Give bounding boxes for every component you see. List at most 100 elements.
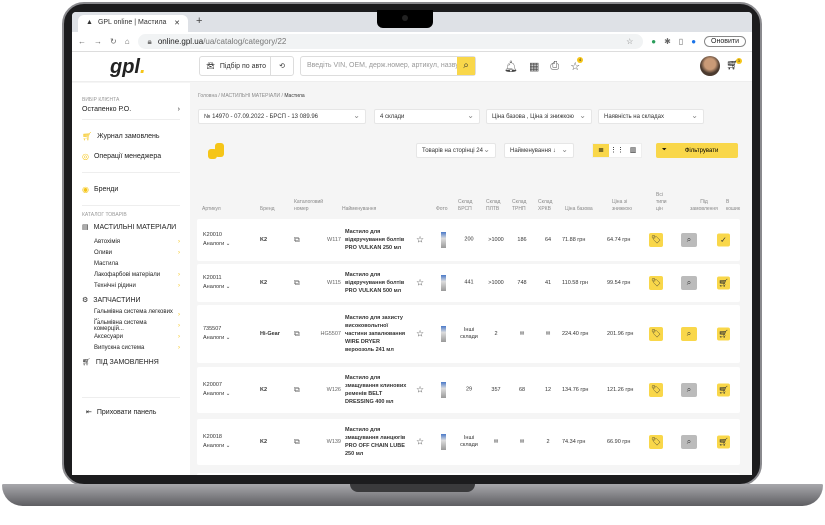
table-view-icon[interactable]: ▥ [625, 144, 641, 157]
chevron-down-icon: ⌄ [225, 443, 231, 449]
calculator-icon[interactable]: ▦ [529, 60, 539, 73]
pick-by-car-button[interactable]: 🚘︎ Підбір по авто ⟲ [199, 56, 294, 76]
availability-select[interactable]: Наявність на складах [598, 109, 704, 124]
list-view-icon[interactable]: ≣ [593, 144, 609, 157]
analogs-toggle[interactable]: Аналоги ⌄ [203, 240, 230, 249]
sidepanel-icon[interactable]: ▯ [679, 37, 683, 46]
sidebar-item-orders[interactable]: 🛒︎ Журнал замовлень [72, 126, 190, 146]
product-photo[interactable] [441, 232, 446, 248]
copy-icon[interactable]: ⧉ [294, 329, 300, 339]
puzzle-icon[interactable]: ✱ [664, 37, 671, 46]
hide-panel-button[interactable]: ⇤ Приховати панель [72, 404, 190, 420]
in-cart-check-icon[interactable]: ✓ [717, 233, 730, 247]
copy-icon[interactable]: ⧉ [294, 437, 300, 447]
category-parts[interactable]: ⚙︎ ЗАПЧАСТИНИ [72, 291, 190, 309]
history-icon[interactable]: ⟲ [271, 62, 293, 70]
filter-button[interactable]: ⏷ Фільтрувати [656, 143, 738, 158]
analogs-toggle[interactable]: Аналоги ⌄ [203, 334, 230, 343]
new-tab-button[interactable]: + [196, 15, 202, 27]
bell-icon[interactable]: 🔔︎ [504, 60, 518, 73]
subcategory-item[interactable]: Мастила [72, 258, 190, 269]
analogs-toggle[interactable]: Аналоги ⌄ [203, 390, 230, 399]
favorite-star-icon[interactable]: ☆ [416, 437, 424, 448]
search-input[interactable]: Введіть VIN, OEM, держ.номер, артикул, н… [300, 56, 476, 76]
product-name[interactable]: Мастило для захисту високовольтної части… [345, 314, 409, 354]
copy-icon[interactable]: ⧉ [294, 235, 300, 245]
product-name[interactable]: Мастило для відкручування болтів PRO VUL… [345, 271, 409, 295]
product-photo[interactable] [441, 382, 446, 398]
grid-view-icon[interactable]: ⋮⋮ [609, 144, 625, 157]
client-select[interactable]: Остапенко Р.О. › [72, 106, 190, 113]
subcategory-item[interactable]: Гальмівна система комерцій... › [72, 320, 190, 332]
subcategory-item[interactable]: Автохімія › [72, 236, 190, 247]
price-tag-icon[interactable]: 🏷︎ [649, 233, 663, 247]
copy-icon[interactable]: ⧉ [294, 278, 300, 288]
col-article[interactable]: Артикул [202, 206, 221, 213]
favorite-star-icon[interactable]: ☆ [416, 329, 424, 340]
product-name[interactable]: Мастило для змащування ланцюгів PRO OFF … [345, 426, 409, 458]
category-on-order[interactable]: 🛒︎ ПІД ЗАМОВЛЕННЯ [72, 353, 190, 371]
product-photo[interactable] [441, 434, 446, 450]
price-tag-icon[interactable]: 🏷︎ [649, 276, 663, 290]
warehouses-select[interactable]: 4 склади [374, 109, 480, 124]
browser-tab[interactable]: ▲ GPL online | Мастила ✕ [78, 15, 188, 32]
favorite-star-icon[interactable]: ☆ [416, 235, 424, 246]
brand: K2 [260, 387, 268, 393]
sidebar-item-manager-ops[interactable]: ◎ Операції менеджера [72, 146, 190, 166]
sort-select[interactable]: Найменування ↓ [504, 143, 574, 158]
analogs-toggle[interactable]: Аналоги ⌄ [203, 283, 230, 292]
search-order-icon[interactable]: ⌕ [681, 276, 697, 290]
sidebar-item-brands[interactable]: ◉ Бренди [72, 179, 190, 199]
search-order-icon[interactable]: ⌕ [681, 383, 697, 397]
subcategory-item[interactable]: Лакофарбові матеріали › [72, 269, 190, 280]
breadcrumb-category[interactable]: МАСТИЛЬНІ МАТЕРІАЛИ [221, 93, 280, 99]
subcategory-item[interactable]: Гальмівна система легкових ... › [72, 309, 190, 321]
cart-icon[interactable]: 🛒︎ 3 [726, 58, 742, 71]
col-name[interactable]: Найменування [342, 206, 376, 213]
favorite-star-icon[interactable]: ☆ [416, 278, 424, 289]
back-icon[interactable]: ← [78, 37, 86, 46]
product-photo[interactable] [441, 275, 446, 291]
profile-icon[interactable]: ● [691, 37, 696, 46]
category-lubricants[interactable]: ▤ МАСТИЛЬНІ МАТЕРІАЛИ [72, 218, 190, 236]
gpl-logo[interactable]: gpl. [110, 56, 146, 79]
favorite-star-icon[interactable]: ☆ [416, 385, 424, 396]
price-tag-icon[interactable]: 🏷︎ [649, 383, 663, 397]
subcategory-item[interactable]: Випускна система › [72, 342, 190, 353]
search-order-icon[interactable]: ⌕ [681, 327, 697, 341]
per-page-select[interactable]: Товарів на сторінці 24 [416, 143, 496, 158]
avatar[interactable] [700, 56, 720, 76]
search-order-icon[interactable]: ⌕ [681, 435, 697, 449]
reload-icon[interactable]: ↻ [110, 37, 117, 46]
printer-icon[interactable]: ⎙ [550, 60, 559, 73]
update-button[interactable]: Оновити [704, 36, 746, 47]
add-to-cart-icon[interactable]: 🛒︎ [717, 383, 730, 397]
breadcrumb-home[interactable]: Головна [198, 93, 217, 99]
product-photo[interactable] [441, 326, 446, 342]
subcategory-item[interactable]: Технічні рідини › [72, 280, 190, 291]
price-types-select[interactable]: Ціна базова , Ціна зі знижкою [486, 109, 592, 124]
favorites-icon[interactable]: ☆ 4 [570, 57, 584, 73]
home-icon[interactable]: ⌂ [125, 37, 130, 46]
analogs-toggle[interactable]: Аналоги ⌄ [203, 442, 230, 451]
forward-icon[interactable]: → [94, 37, 102, 46]
add-to-cart-icon[interactable]: 🛒︎ [717, 276, 730, 290]
order-select[interactable]: № 14970 - 07.09.2022 - БРСП - 13 089.96 [198, 109, 366, 124]
url-input[interactable]: 🔒︎ online.gpl.ua/ua/catalog/category/22 ☆ [137, 34, 644, 49]
extension-icon[interactable]: ● [651, 37, 656, 46]
table-header: Артикул Бренд Каталоговий номер Найменув… [190, 191, 740, 215]
search-button[interactable]: ⌕ [457, 57, 475, 75]
product-name[interactable]: Мастило для відкручування болтів PRO VUL… [345, 228, 409, 252]
add-to-cart-icon[interactable]: 🛒︎ [717, 435, 730, 449]
search-order-icon[interactable]: ⌕ [681, 233, 697, 247]
subcategory-item[interactable]: Аксесуари › [72, 331, 190, 342]
product-name[interactable]: Мастило для змащування клинових ременів … [345, 374, 409, 406]
price-tag-icon[interactable]: 🏷︎ [649, 435, 663, 449]
add-to-cart-icon[interactable]: 🛒︎ [717, 327, 730, 341]
copy-icon[interactable]: ⧉ [294, 385, 300, 395]
close-tab-icon[interactable]: ✕ [174, 19, 180, 28]
subcategory-item[interactable]: Оливи › [72, 247, 190, 258]
star-bookmark-icon[interactable]: ☆ [626, 37, 633, 46]
label: Технічні рідини [94, 282, 136, 289]
price-tag-icon[interactable]: 🏷︎ [649, 327, 663, 341]
